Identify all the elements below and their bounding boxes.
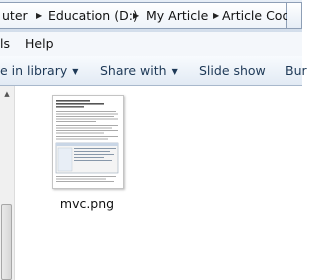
breadcrumb-separator-icon[interactable]: ▶ (36, 3, 42, 28)
chevron-down-icon: ▼ (72, 67, 79, 76)
include-in-library-label: e in library (0, 63, 68, 78)
breadcrumb-education-drive[interactable]: Education (D:) (48, 3, 138, 28)
file-list: mvc.png (15, 86, 302, 280)
scrollbar-thumb[interactable] (1, 204, 12, 280)
scroll-up-arrow-icon[interactable]: ▲ (2, 89, 12, 99)
share-with-button[interactable]: Share with ▼ (100, 56, 178, 85)
file-item[interactable]: mvc.png (46, 91, 156, 221)
chevron-down-icon: ▼ (171, 67, 178, 76)
breadcrumb-separator-icon[interactable]: ▶ (133, 3, 139, 28)
breadcrumb-computer[interactable]: uter (2, 3, 28, 28)
breadcrumb-my-article[interactable]: My Article (146, 3, 208, 28)
menu-tools[interactable]: ls (0, 32, 10, 56)
share-with-label: Share with (100, 63, 167, 78)
menu-bar: ls Help (0, 32, 302, 57)
breadcrumb[interactable]: uter ▶ Education (D:) ▶ My Article ▶ Art… (0, 2, 298, 29)
navigation-pane: ▲ (0, 86, 15, 280)
include-in-library-button[interactable]: e in library ▼ (0, 56, 78, 85)
breadcrumb-separator-icon[interactable]: ▶ (213, 3, 219, 28)
menu-help[interactable]: Help (25, 32, 54, 56)
file-name: mvc.png (59, 196, 115, 211)
burn-button[interactable]: Bur (285, 56, 307, 85)
address-dropdown-button[interactable] (287, 2, 302, 29)
image-thumbnail (52, 95, 124, 189)
slide-show-button[interactable]: Slide show (199, 56, 266, 85)
document-preview-icon (55, 100, 119, 182)
command-toolbar: e in library ▼ Share with ▼ Slide show Bur (0, 56, 307, 86)
address-bar: uter ▶ Education (D:) ▶ My Article ▶ Art… (0, 0, 302, 32)
